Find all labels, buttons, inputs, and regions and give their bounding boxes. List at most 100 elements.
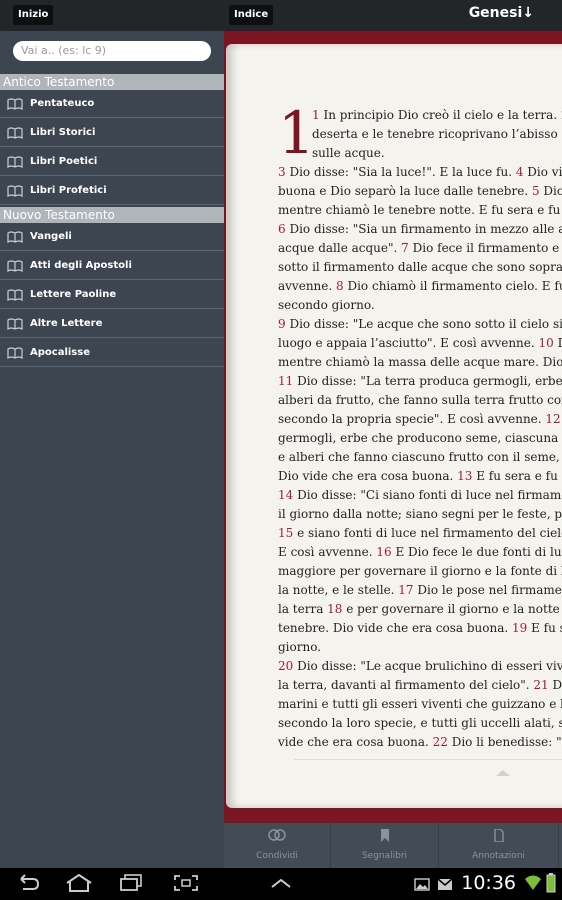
verse-text: e siano fonti di luce nel firmamento del… — [293, 526, 562, 540]
scripture-line: la notte, e le stelle. 17 Dio le pose ne… — [278, 581, 562, 600]
scripture-page[interactable]: 1 1 In principio Dio creò il cielo e la … — [226, 44, 562, 808]
verse-text: Dio disse: "Sia un firmamento in mezzo a… — [285, 222, 562, 236]
book-icon — [7, 156, 23, 168]
bookmark-icon — [380, 829, 389, 842]
verse-text: tenebre. Dio vide che era cosa buona. — [278, 621, 513, 635]
scripture-text: 1 In principio Dio creò il cielo e la te… — [278, 106, 562, 752]
sidebar-item-apocalisse[interactable]: Apocalisse — [0, 339, 224, 367]
verse-number[interactable]: 5 — [532, 184, 540, 198]
sidebar-item-label: Apocalisse — [30, 347, 90, 358]
verse-text: secondo giorno. — [278, 298, 375, 312]
sidebar-item-label: Altre Lettere — [30, 318, 103, 329]
clock: 10:36 — [461, 872, 516, 894]
scripture-line: luogo e appaia l’asciutto". E così avven… — [278, 334, 562, 353]
home-button[interactable]: Inizio — [13, 5, 54, 25]
verse-text: Dio disse: "Sia la luce!". E la luce fu. — [285, 165, 516, 179]
verse-number[interactable]: 17 — [398, 583, 413, 597]
verse-number[interactable]: 1 — [312, 108, 320, 122]
scroll-up-arrow-icon[interactable] — [496, 770, 510, 776]
scripture-line: deserta e le tenebre ricoprivano l’abiss… — [278, 125, 562, 144]
search-input[interactable]: Vai a.. (es: lc 9) — [13, 41, 211, 61]
verse-number[interactable]: 21 — [533, 678, 548, 692]
sidebar-item-pentateuco[interactable]: Pentateuco — [0, 90, 224, 118]
verse-number[interactable]: 13 — [457, 469, 472, 483]
scripture-line: Dio vide che era cosa buona. 13 E fu ser… — [278, 467, 562, 486]
sidebar-item-libri-storici[interactable]: Libri Storici — [0, 119, 224, 147]
section-header-new-testament: Nuovo Testamento — [0, 207, 224, 223]
verse-number[interactable]: 14 — [278, 488, 293, 502]
verse-number[interactable]: 8 — [336, 279, 344, 293]
verse-text: Dio disse: "Le acque brulichino di esser… — [293, 659, 562, 673]
battery-icon — [546, 873, 556, 893]
verse-text: sulle acque. — [312, 146, 385, 160]
book-icon — [7, 98, 23, 110]
scripture-line: il giorno dalla notte; siano segni per l… — [278, 505, 562, 524]
verse-text: buona e Dio separò la luce dalle tenebre… — [278, 184, 532, 198]
verse-number[interactable]: 6 — [278, 222, 286, 236]
scripture-line: E così avvenne. 16 E Dio fece le due fon… — [278, 543, 562, 562]
book-title-dropdown[interactable]: Genesi↓ — [469, 5, 534, 21]
scripture-line: secondo la propria specie". E così avven… — [278, 410, 562, 429]
book-icon — [7, 127, 23, 139]
sidebar-item-atti-degli-apostoli[interactable]: Atti degli Apostoli — [0, 252, 224, 280]
verse-number[interactable]: 3 — [278, 165, 286, 179]
verse-text: deserta e le tenebre ricoprivano l’abiss… — [312, 127, 562, 141]
verse-number[interactable]: 12 — [545, 412, 560, 426]
book-icon — [7, 318, 23, 330]
tab-segnalibri[interactable]: Segnalibri — [331, 823, 438, 868]
chevron-up-icon[interactable] — [270, 878, 292, 888]
verse-number[interactable]: 10 — [539, 336, 554, 350]
index-button[interactable]: Indice — [229, 5, 274, 25]
system-navigation-bar: 10:36 — [0, 868, 562, 900]
verse-number[interactable]: 20 — [278, 659, 293, 673]
verse-text: alberi da frutto, che fanno sulla terra … — [278, 393, 562, 407]
sidebar-item-altre-lettere[interactable]: Altre Lettere — [0, 310, 224, 338]
gmail-notification-icon — [437, 878, 453, 890]
recent-apps-icon[interactable] — [118, 874, 144, 892]
verse-text: secondo la propria specie". E così avven… — [278, 412, 546, 426]
verse-number[interactable]: 19 — [512, 621, 527, 635]
verse-text: mentre chiamò le tenebre notte. E fu ser… — [278, 203, 562, 217]
verse-number[interactable]: 15 — [278, 526, 293, 540]
book-icon — [7, 260, 23, 272]
section-header-old-testament: Antico Testamento — [0, 74, 224, 90]
scripture-line: avvenne. 8 Dio chiamò il firmamento ciel… — [278, 277, 562, 296]
sidebar-item-libri-profetici[interactable]: Libri Profetici — [0, 177, 224, 205]
scripture-line: acque dalle acque". 7 Dio fece il firmam… — [278, 239, 562, 258]
verse-text: Dio chiamò il firmamento cielo. E fu s — [343, 279, 562, 293]
sidebar-item-libri-poetici[interactable]: Libri Poetici — [0, 148, 224, 176]
verse-text: marini e tutti gli esseri viventi che gu… — [278, 697, 562, 711]
home-icon[interactable] — [65, 874, 93, 892]
verse-text: avvenne. — [278, 279, 337, 293]
sidebar: Vai a.. (es: lc 9) Antico Testamento Pen… — [0, 31, 224, 868]
verse-text: Dio disse: "La terra produca germogli, e… — [293, 374, 562, 388]
scripture-line: germogli, erbe che producono seme, ciasc… — [278, 429, 562, 448]
verse-text: sotto il firmamento dalle acque che sono… — [278, 260, 562, 274]
share-rings-icon — [268, 829, 286, 841]
verse-text: il giorno dalla notte; siano segni per l… — [278, 507, 562, 521]
top-bar: Inizio Indice Genesi↓ — [0, 0, 562, 31]
verse-text: Dio — [554, 336, 562, 350]
sidebar-item-lettere-paoline[interactable]: Lettere Paoline — [0, 281, 224, 309]
verse-text: e alberi che fanno ciascuno frutto con i… — [278, 450, 562, 464]
back-icon[interactable] — [15, 874, 41, 892]
verse-text: Dio li benedisse: "Sia — [451, 735, 562, 749]
verse-number[interactable]: 18 — [327, 602, 342, 616]
verse-number[interactable]: 7 — [401, 241, 409, 255]
verse-text: Dio disse: "Ci siano fonti di luce nel f… — [293, 488, 562, 502]
verse-number[interactable]: 9 — [278, 317, 286, 331]
tab-condividi[interactable]: Condividi — [224, 823, 330, 868]
sidebar-item-vangeli[interactable]: Vangeli — [0, 223, 224, 251]
sidebar-item-label: Lettere Paoline — [30, 289, 117, 300]
screenshot-icon[interactable] — [173, 874, 199, 892]
tab-annotazioni[interactable]: Annotazioni — [439, 823, 558, 868]
verse-text: luogo e appaia l’asciutto". E così avven… — [278, 336, 539, 350]
verse-number[interactable]: 22 — [433, 735, 448, 749]
verse-text: Dio le pose nel firmamento — [417, 583, 562, 597]
verse-number[interactable]: 16 — [376, 545, 391, 559]
verse-number[interactable]: 11 — [278, 374, 293, 388]
scripture-line: giorno. — [278, 638, 562, 657]
verse-text: germogli, erbe che producono seme, ciasc… — [278, 431, 562, 445]
scripture-line: secondo giorno. — [278, 296, 562, 315]
verse-text: Dio vide che era cosa buona. — [278, 469, 458, 483]
